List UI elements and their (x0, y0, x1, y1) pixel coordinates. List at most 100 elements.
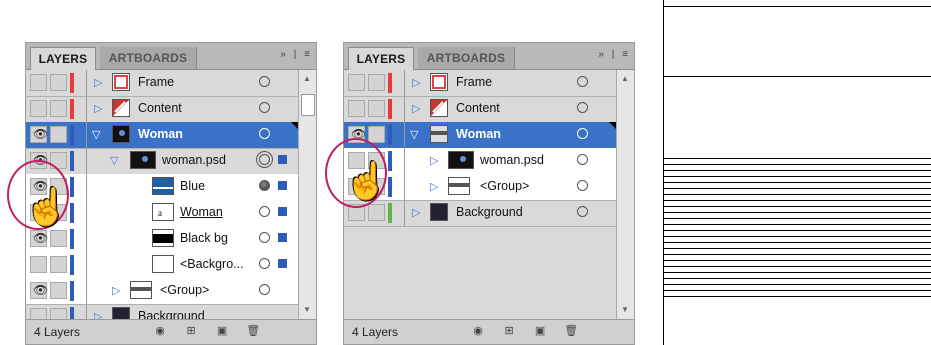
layer-row-group[interactable]: 👁 ▷ <Group> (26, 278, 299, 305)
visibility-toggle[interactable]: 👁 (30, 230, 48, 247)
line (664, 278, 931, 279)
lock-toggle[interactable] (50, 282, 67, 299)
layer-name[interactable]: woman.psd (480, 153, 544, 167)
lock-toggle[interactable] (50, 74, 67, 91)
layer-name[interactable]: <Group> (160, 283, 209, 297)
new-layer-icon[interactable]: ▣ (208, 324, 236, 337)
make-clipping-mask-icon[interactable]: ◉ (464, 324, 492, 337)
layer-row-content[interactable]: ▷ Content (26, 96, 299, 123)
scroll-thumb[interactable] (301, 94, 315, 116)
collapse-icon[interactable]: » (598, 49, 604, 60)
target-circle-icon[interactable] (259, 76, 270, 87)
visibility-toggle[interactable] (348, 100, 365, 117)
layer-name[interactable]: Content (138, 101, 182, 115)
layer-name[interactable]: Woman (180, 205, 223, 219)
selection-square-icon (278, 233, 287, 242)
layer-name[interactable]: <Backgro... (180, 257, 244, 271)
layer-row-frame[interactable]: ▷ Frame (26, 70, 299, 97)
target-circle-icon[interactable] (259, 258, 270, 269)
scroll-down-icon[interactable]: ▼ (303, 305, 311, 314)
target-circle-icon[interactable] (259, 284, 270, 295)
layer-row-woman[interactable]: 👁 ▽ Woman (26, 122, 299, 149)
lock-toggle[interactable] (368, 126, 385, 143)
layer-name[interactable]: Background (456, 205, 523, 219)
layer-row-woman[interactable]: 👁 ▽ Woman (344, 122, 617, 149)
layer-name[interactable]: Blue (180, 179, 205, 193)
layer-row-background[interactable]: ▷ Background (26, 304, 299, 320)
visibility-toggle[interactable]: 👁 (30, 126, 48, 143)
tab-layers[interactable]: LAYERS (348, 47, 414, 70)
layer-name[interactable]: Frame (138, 75, 174, 89)
scroll-down-icon[interactable]: ▼ (621, 305, 629, 314)
panel-menu[interactable]: » | ≡ (593, 49, 628, 60)
visibility-toggle[interactable] (30, 256, 47, 273)
target-circle-icon[interactable] (259, 154, 270, 165)
expand-triangle-icon[interactable]: ▷ (430, 180, 438, 193)
lock-toggle[interactable] (50, 256, 67, 273)
target-circle-icon[interactable] (259, 128, 270, 139)
target-circle-icon[interactable] (259, 232, 270, 243)
layer-row-frame[interactable]: ▷ Frame (344, 70, 617, 97)
scroll-up-icon[interactable]: ▲ (621, 74, 629, 83)
layer-row-background[interactable]: ▷ Background (344, 200, 617, 227)
panel-menu-icon[interactable]: ≡ (304, 49, 310, 60)
divider (86, 226, 87, 252)
new-layer-icon[interactable]: ▣ (526, 324, 554, 337)
lock-toggle[interactable] (368, 100, 385, 117)
scrollbar[interactable]: ▲ ▼ (298, 70, 316, 320)
layer-row-woman-psd[interactable]: 👁 ▽ woman.psd (26, 148, 299, 175)
collapse-triangle-icon[interactable]: ▽ (110, 154, 118, 167)
visibility-toggle[interactable] (30, 74, 47, 91)
layer-name[interactable]: Woman (456, 127, 501, 141)
lock-toggle[interactable] (368, 74, 385, 91)
make-clipping-mask-icon[interactable]: ◉ (146, 324, 174, 337)
layer-name[interactable]: <Group> (480, 179, 529, 193)
lock-toggle[interactable] (368, 204, 385, 221)
layer-row-content[interactable]: ▷ Content (344, 96, 617, 123)
target-circle-icon[interactable] (259, 206, 270, 217)
collapse-triangle-icon[interactable]: ▽ (410, 128, 418, 141)
target-circle-icon[interactable] (577, 102, 588, 113)
layer-name[interactable]: Content (456, 101, 500, 115)
tab-artboards[interactable]: ARTBOARDS (100, 47, 197, 69)
scroll-up-icon[interactable]: ▲ (303, 74, 311, 83)
expand-triangle-icon[interactable]: ▷ (412, 76, 420, 89)
visibility-toggle[interactable]: 👁 (30, 282, 48, 299)
target-circle-icon[interactable] (577, 154, 588, 165)
visibility-toggle[interactable] (30, 100, 47, 117)
tab-layers[interactable]: LAYERS (30, 47, 96, 70)
layer-name[interactable]: Black bg (180, 231, 228, 245)
layer-name[interactable]: Frame (456, 75, 492, 89)
layer-name[interactable]: woman.psd (162, 153, 226, 167)
collapse-triangle-icon[interactable]: ▽ (92, 128, 100, 141)
panel-menu[interactable]: » | ≡ (275, 49, 310, 60)
create-sublayer-icon[interactable]: ⊞ (177, 324, 205, 337)
layer-row-background-path[interactable]: <Backgro... (26, 252, 299, 279)
tab-artboards[interactable]: ARTBOARDS (418, 47, 515, 69)
target-circle-icon[interactable] (259, 102, 270, 113)
lock-toggle[interactable] (50, 100, 67, 117)
target-circle-icon[interactable] (577, 206, 588, 217)
layer-name[interactable]: Woman (138, 127, 183, 141)
expand-triangle-icon[interactable]: ▷ (94, 76, 102, 89)
scrollbar[interactable]: ▲ ▼ (616, 70, 634, 320)
delete-icon[interactable]: 🗑 (239, 324, 267, 337)
target-circle-icon[interactable] (577, 76, 588, 87)
target-circle-icon[interactable] (577, 128, 588, 139)
panel-menu-icon[interactable]: ≡ (622, 49, 628, 60)
target-circle-icon[interactable] (577, 180, 588, 191)
target-circle-icon[interactable] (259, 180, 270, 191)
lock-toggle[interactable] (50, 126, 67, 143)
layer-row-black-bg[interactable]: 👁 Black bg (26, 226, 299, 253)
expand-triangle-icon[interactable]: ▷ (112, 284, 120, 297)
expand-triangle-icon[interactable]: ▷ (430, 154, 438, 167)
delete-icon[interactable]: 🗑 (557, 324, 585, 337)
lock-toggle[interactable] (50, 230, 67, 247)
expand-triangle-icon[interactable]: ▷ (94, 102, 102, 115)
line (664, 164, 931, 165)
expand-triangle-icon[interactable]: ▷ (412, 206, 420, 219)
expand-triangle-icon[interactable]: ▷ (412, 102, 420, 115)
create-sublayer-icon[interactable]: ⊞ (495, 324, 523, 337)
visibility-toggle[interactable] (348, 74, 365, 91)
collapse-icon[interactable]: » (280, 49, 286, 60)
